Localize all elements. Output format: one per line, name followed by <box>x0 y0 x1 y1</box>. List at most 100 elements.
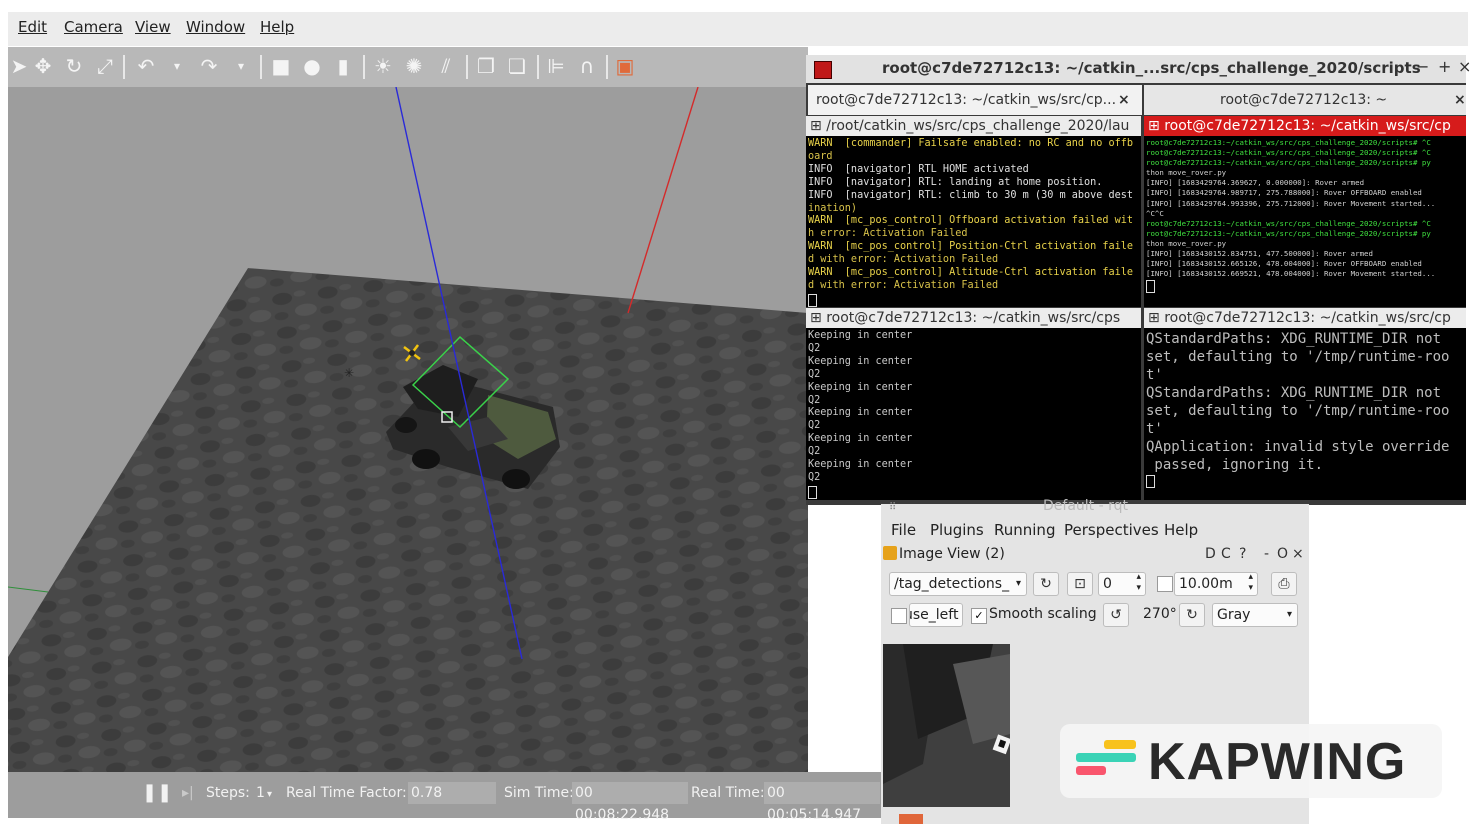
terminal-line: Q2 <box>808 368 821 380</box>
gazebo-3d-viewport[interactable]: ✳ <box>8 87 808 772</box>
reload-button[interactable]: C <box>1221 546 1231 562</box>
float-plugin-button[interactable]: O <box>1277 546 1288 562</box>
toolbar-separator <box>606 55 608 79</box>
chevron-down-icon: ▾ <box>1015 578 1021 589</box>
terminal-line: [INFO] [1683429764.369627, 0.000000]: Ro… <box>1146 178 1365 188</box>
rotate-left-button[interactable]: ↺ <box>1103 603 1129 627</box>
pause-icon[interactable]: ❚❚ <box>142 782 172 803</box>
step-icon[interactable]: ▸| <box>182 785 194 801</box>
use-left-checkbox[interactable] <box>891 608 907 624</box>
close-window-button[interactable]: × <box>1458 57 1471 76</box>
y-axis-line <box>8 586 49 593</box>
redo-icon[interactable]: ↷ <box>198 55 220 77</box>
spot-light-icon[interactable]: ✺ <box>403 55 425 77</box>
save-icon: ⎙ <box>1278 576 1290 592</box>
undo-dropdown-icon[interactable]: ▾ <box>166 55 188 77</box>
rotate-right-button[interactable]: ↻ <box>1179 603 1205 627</box>
menu-camera[interactable]: Camera <box>64 18 123 36</box>
terminal-line: Keeping in center <box>808 459 913 471</box>
terminal-line: d with error: Activation Failed <box>808 279 999 291</box>
select-arrow-icon[interactable]: ➤ <box>8 55 30 77</box>
scale-icon[interactable]: ⤢ <box>94 55 116 77</box>
terminal-title-bar: root@c7de72712c13: ~/catkin_...src/cps_c… <box>806 55 1471 83</box>
terminal-line: set, defaulting to '/tmp/runtime-roo <box>1146 349 1450 365</box>
cylinder-icon[interactable]: ▮ <box>332 55 354 77</box>
paste-icon[interactable]: ❏ <box>506 55 528 77</box>
smooth-scaling-label: Smooth scaling <box>989 606 1097 622</box>
terminal-line: t' <box>1146 367 1163 383</box>
logo-bar-yellow <box>1104 740 1136 749</box>
terminal-tab-1[interactable]: root@c7de72712c13: ~/catkin_ws/src/cp...… <box>808 85 1142 115</box>
tab-close-icon[interactable]: × <box>1118 85 1130 115</box>
close-plugin-button[interactable]: × <box>1292 546 1304 562</box>
rqt-menu-help[interactable]: Help <box>1164 521 1198 539</box>
directional-light-icon[interactable]: ⫽ <box>435 55 457 77</box>
terminal-pane-launch[interactable]: ⊞ /root/catkin_ws/src/cps_challenge_2020… <box>806 116 1141 307</box>
terminal-line: WARN [mc_pos_control] Offboard activatio… <box>808 215 1134 227</box>
menu-window[interactable]: Window <box>186 18 245 36</box>
help-button[interactable]: ? <box>1239 546 1246 562</box>
gazebo-menu-bar: Edit Camera View Window Help <box>8 12 1468 46</box>
terminal-line: WARN [commander] Failsafe enabled: no RC… <box>808 138 1134 149</box>
box-icon[interactable]: ■ <box>270 55 292 77</box>
point-light-icon[interactable]: ☀ <box>372 55 394 77</box>
steps-dropdown-icon[interactable]: ▾ <box>267 789 272 800</box>
terminal-line: Q2 <box>808 446 821 458</box>
terminal-pane-rqt[interactable]: ⊞ root@c7de72712c13: ~/catkin_ws/src/cp … <box>1144 308 1466 500</box>
maximize-button[interactable]: + <box>1438 57 1451 76</box>
save-image-button[interactable]: ⎙ <box>1271 572 1297 596</box>
refresh-topics-button[interactable]: ↻ <box>1033 572 1059 596</box>
terminal-line: WARN [mc_pos_control] Position-Ctrl acti… <box>808 241 1134 253</box>
dock-button[interactable]: D <box>1205 546 1216 562</box>
frame-icon-button[interactable]: ⊡ <box>1067 572 1093 596</box>
tab-close-icon[interactable]: × <box>1454 85 1466 115</box>
terminal-line: Keeping in center <box>808 355 913 367</box>
copy-icon[interactable]: ❐ <box>475 55 497 77</box>
terminal-tab-2[interactable]: root@c7de72712c13: ~ × <box>1144 85 1466 115</box>
redo-dropdown-icon[interactable]: ▾ <box>230 55 252 77</box>
toolbar-separator <box>260 55 262 79</box>
terminal-pane-rover[interactable]: ⊞ root@c7de72712c13: ~/catkin_ws/src/cp … <box>1144 116 1466 307</box>
grid-icon: ⊞ <box>810 118 822 134</box>
pane-title: root@c7de72712c13: ~/catkin_ws/src/cps <box>826 310 1121 326</box>
pane-header: ⊞ root@c7de72712c13: ~/catkin_ws/src/cps <box>806 308 1141 328</box>
frame-spinbox[interactable]: 0 ▴ ▾ <box>1098 572 1146 596</box>
minimize-button[interactable]: − <box>1416 57 1429 76</box>
rqt-menu-running[interactable]: Running <box>994 521 1055 539</box>
menu-edit[interactable]: Edit <box>18 18 47 36</box>
toolbar-separator <box>466 55 468 79</box>
color-scheme-dropdown[interactable]: Gray ▾ <box>1212 603 1298 627</box>
steps-value[interactable]: 1 <box>256 785 265 801</box>
terminal-line: root@c7de72712c13:~/catkin_ws/src/cps_ch… <box>1146 138 1431 147</box>
screenshot-icon[interactable]: ▣ <box>614 55 636 77</box>
real-time-label: Real Time: <box>691 785 765 801</box>
terminal-line: t' <box>1146 421 1163 437</box>
origin-marker: ✳ <box>344 366 354 380</box>
sphere-icon[interactable]: ● <box>301 55 323 77</box>
spin-arrows-icon: ▴ ▾ <box>1136 572 1141 593</box>
terminal-cursor <box>808 293 817 307</box>
topic-dropdown[interactable]: /tag_detections_ ▾ <box>889 572 1027 596</box>
kapwing-watermark: KAPWING <box>1060 724 1442 798</box>
duration-checkbox[interactable] <box>1157 576 1173 592</box>
minimize-plugin-button[interactable]: - <box>1264 546 1269 562</box>
taskbar-app-icon[interactable] <box>899 814 923 824</box>
translate-icon[interactable]: ✥ <box>32 55 54 77</box>
snap-icon[interactable]: ∩ <box>576 55 598 77</box>
rqt-menu-file[interactable]: File <box>891 521 916 539</box>
chevron-down-icon: ▾ <box>1286 609 1292 620</box>
menu-view[interactable]: View <box>135 18 171 36</box>
undo-icon[interactable]: ↶ <box>135 55 157 77</box>
duration-spinbox[interactable]: 10.00m ▴ ▾ <box>1174 572 1258 596</box>
terminal-window: root@c7de72712c13: ~/catkin_...src/cps_c… <box>806 55 1471 505</box>
menu-help[interactable]: Help <box>260 18 294 36</box>
align-icon[interactable]: ⊫ <box>545 55 567 77</box>
rqt-window-title: Default - rqt <box>1043 498 1128 514</box>
logo-bar-teal <box>1076 753 1136 762</box>
topic-value: /tag_detections_ <box>894 576 1010 592</box>
terminal-pane-center[interactable]: ⊞ root@c7de72712c13: ~/catkin_ws/src/cps… <box>806 308 1141 500</box>
smooth-scaling-checkbox[interactable]: ✓ <box>971 608 987 624</box>
rotate-icon[interactable]: ↻ <box>63 55 85 77</box>
rqt-menu-perspectives[interactable]: Perspectives <box>1064 521 1159 539</box>
rqt-menu-plugins[interactable]: Plugins <box>930 521 984 539</box>
